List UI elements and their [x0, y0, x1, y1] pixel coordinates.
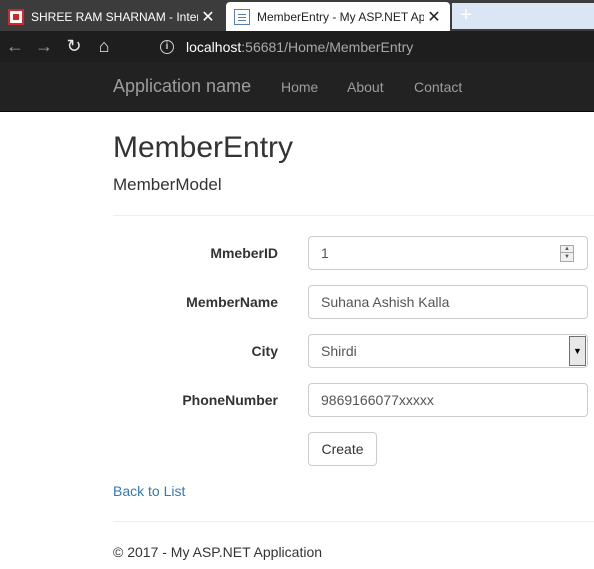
home-icon[interactable]: ⌂: [92, 35, 116, 59]
arrow-left-icon[interactable]: ←: [3, 35, 27, 59]
member-name-value: Suhana Ashish Kalla: [321, 294, 450, 310]
reload-icon[interactable]: ↻: [62, 35, 86, 59]
footer-text: © 2017 - My ASP.NET Application: [113, 544, 323, 560]
tab-close-icon[interactable]: ✕: [424, 7, 444, 27]
page-title: MemberEntry: [113, 131, 294, 164]
nav-link-about[interactable]: About: [347, 79, 384, 95]
member-name-input[interactable]: Suhana Ashish Kalla: [308, 285, 588, 319]
site-navbar: Application name Home About Contact: [0, 62, 594, 112]
new-tab-area: +: [452, 3, 594, 29]
member-id-label: MmeberID: [210, 245, 278, 261]
create-button[interactable]: Create: [308, 432, 377, 466]
browser-address-bar: ← → ↻ ⌂ i localhost:56681/Home/MemberEnt…: [0, 31, 594, 62]
model-subtitle: MemberModel: [113, 175, 222, 194]
number-spinner[interactable]: ▲ ▼: [560, 245, 574, 262]
url-host: localhost: [186, 38, 242, 55]
tab-title: SHREE RAM SHARNAM - Intern: [31, 9, 198, 24]
spin-down-icon[interactable]: ▼: [561, 254, 573, 261]
phone-number-label: PhoneNumber: [182, 392, 278, 408]
member-id-value: 1: [321, 245, 329, 261]
phone-number-value: 9869166077xxxxx: [321, 392, 434, 408]
tab-close-icon[interactable]: ✕: [198, 7, 218, 27]
spin-up-icon[interactable]: ▲: [561, 246, 573, 253]
browser-tab-shree-ram[interactable]: SHREE RAM SHARNAM - Intern ✕: [0, 2, 224, 31]
nav-link-contact[interactable]: Contact: [414, 79, 462, 95]
back-to-list-link[interactable]: Back to List: [113, 483, 185, 499]
browser-tab-bar: SHREE RAM SHARNAM - Intern ✕ MemberEntry…: [0, 0, 594, 31]
brand-link[interactable]: Application name: [113, 76, 251, 97]
nav-link-home[interactable]: Home: [281, 79, 318, 95]
browser-tab-member-entry[interactable]: MemberEntry - My ASP.NET Ap ✕: [226, 2, 450, 31]
arrow-right-icon[interactable]: →: [32, 35, 56, 59]
city-selected-value: Shirdi: [321, 343, 357, 359]
tab-title: MemberEntry - My ASP.NET Ap: [257, 9, 424, 24]
city-select[interactable]: Shirdi ▼: [308, 334, 588, 368]
url-field[interactable]: i localhost:56681/Home/MemberEntry: [155, 35, 594, 58]
member-id-input[interactable]: 1 ▲ ▼: [308, 236, 588, 270]
url-path: :56681/Home/MemberEntry: [241, 38, 414, 55]
site-favicon-icon: [8, 8, 24, 25]
footer-divider: [113, 521, 594, 522]
new-tab-icon[interactable]: +: [454, 3, 478, 29]
divider: [113, 215, 594, 216]
chevron-down-icon[interactable]: ▼: [569, 336, 586, 366]
phone-number-input[interactable]: 9869166077xxxxx: [308, 383, 588, 417]
page-favicon-icon: [234, 8, 250, 25]
city-label: City: [251, 343, 278, 359]
member-name-label: MemberName: [186, 294, 278, 310]
url-text: localhost:56681/Home/MemberEntry: [186, 39, 413, 55]
info-icon[interactable]: i: [160, 39, 174, 54]
